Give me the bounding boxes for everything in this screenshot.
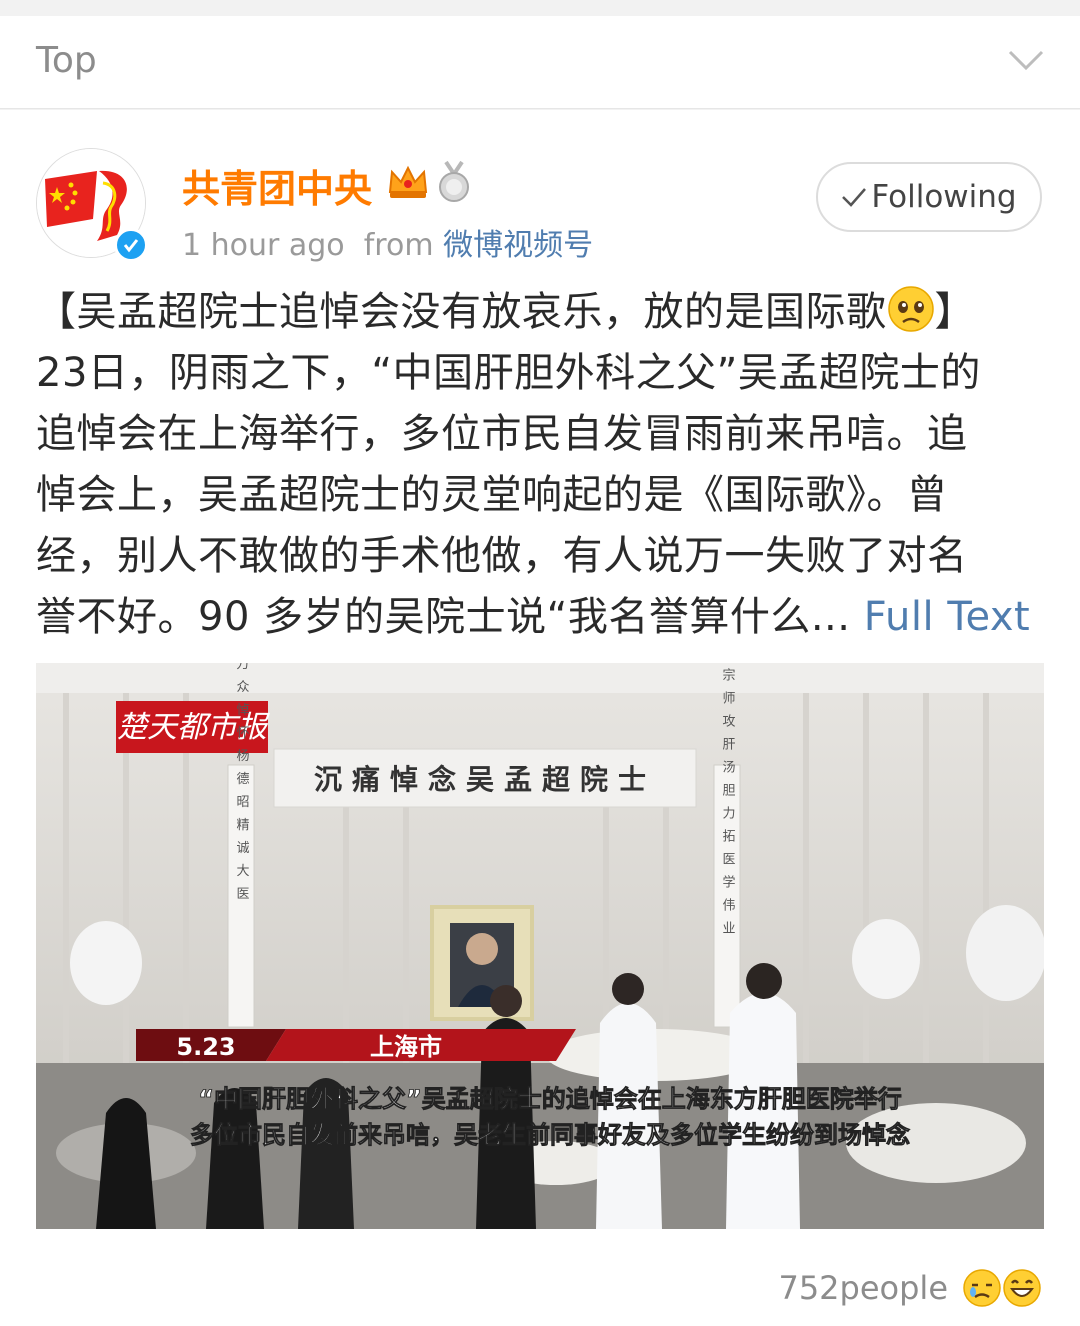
reaction-count: 752people <box>778 1269 948 1307</box>
reactions-summary[interactable]: 752people <box>778 1260 1042 1316</box>
following-button[interactable]: Following <box>816 162 1042 232</box>
post-text-line: 23日，阴雨之下，“中国肝胆外科之父”吴孟超院士的 <box>36 350 981 396</box>
post-meta: 1 hour ago from 微博视频号 <box>182 220 593 264</box>
video-thumbnail[interactable]: 楚天都市报 沉痛悼念吴孟超院士 万众悼怀杨德昭精诚大医 一代宗师攻肝汤胆力拓医学… <box>36 663 1044 1229</box>
video-location: 上海市 <box>370 1033 442 1061</box>
chevron-down-icon[interactable] <box>1008 48 1044 72</box>
author-name[interactable]: 共青团中央 <box>182 158 372 213</box>
top-label: Top <box>36 40 97 81</box>
top-bar[interactable]: Top <box>0 16 1080 109</box>
post-text-line: 【吴孟超院士追悼会没有放哀乐，放的是国际歌 <box>36 289 887 335</box>
video-caption-line-2: 多位市民自发前来吊唁，吴老生前同事好友及多位学生纷纷到场悼念 <box>190 1121 910 1149</box>
verified-badge-icon <box>114 228 148 262</box>
post-text-line: 悼会上，吴孟超院士的灵堂响起的是《国际歌》。曾 <box>36 472 948 518</box>
title-close-bracket: 】 <box>934 289 975 335</box>
left-couplet: 万众悼怀杨德昭精诚大医 <box>234 663 250 910</box>
medal-badge-icon[interactable] <box>436 160 472 204</box>
from-label: from <box>363 228 434 263</box>
check-icon <box>842 188 867 207</box>
following-label: Following <box>871 179 1017 215</box>
weibo-post-card: 共青团中央 1 hour ago from 微博视频号 Following 【吴… <box>0 110 1080 1326</box>
sad-emoji-icon <box>887 286 934 332</box>
memorial-scene-image: 楚天都市报 沉痛悼念吴孟超院士 万众悼怀杨德昭精诚大医 一代宗师攻肝汤胆力拓医学… <box>36 663 1044 1229</box>
post-text-line: 追悼会在上海举行，多位市民自发冒雨前来吊唁。追 <box>36 411 968 457</box>
grinning-emoji-icon <box>1003 1269 1041 1307</box>
post-source-link[interactable]: 微博视频号 <box>443 228 593 263</box>
post-text-line: 经，别人不敢做的手术他做，有人说万一失败了对名 <box>36 533 968 579</box>
video-caption-line-1: “中国肝胆外科之父”吴孟超院士的追悼会在上海东方肝胆医院举行 <box>198 1085 902 1113</box>
post-text-line: 誉不好。90 多岁的吴院士说“我名誉算什么... <box>36 594 864 640</box>
video-date: 5.23 <box>176 1033 235 1061</box>
memorial-banner: 沉痛悼念吴孟超院士 <box>314 763 656 796</box>
full-text-link[interactable]: Full Text <box>864 594 1031 640</box>
right-couplet: 一代宗师攻肝汤胆力拓医学伟业 <box>720 663 736 944</box>
post-time: 1 hour ago <box>182 228 345 263</box>
post-text: 【吴孟超院士追悼会没有放哀乐，放的是国际歌 】 23日，阴雨之下，“中国肝胆外科… <box>36 282 1046 648</box>
crying-emoji-icon <box>963 1269 1001 1307</box>
crown-badge-icon[interactable] <box>386 162 430 202</box>
